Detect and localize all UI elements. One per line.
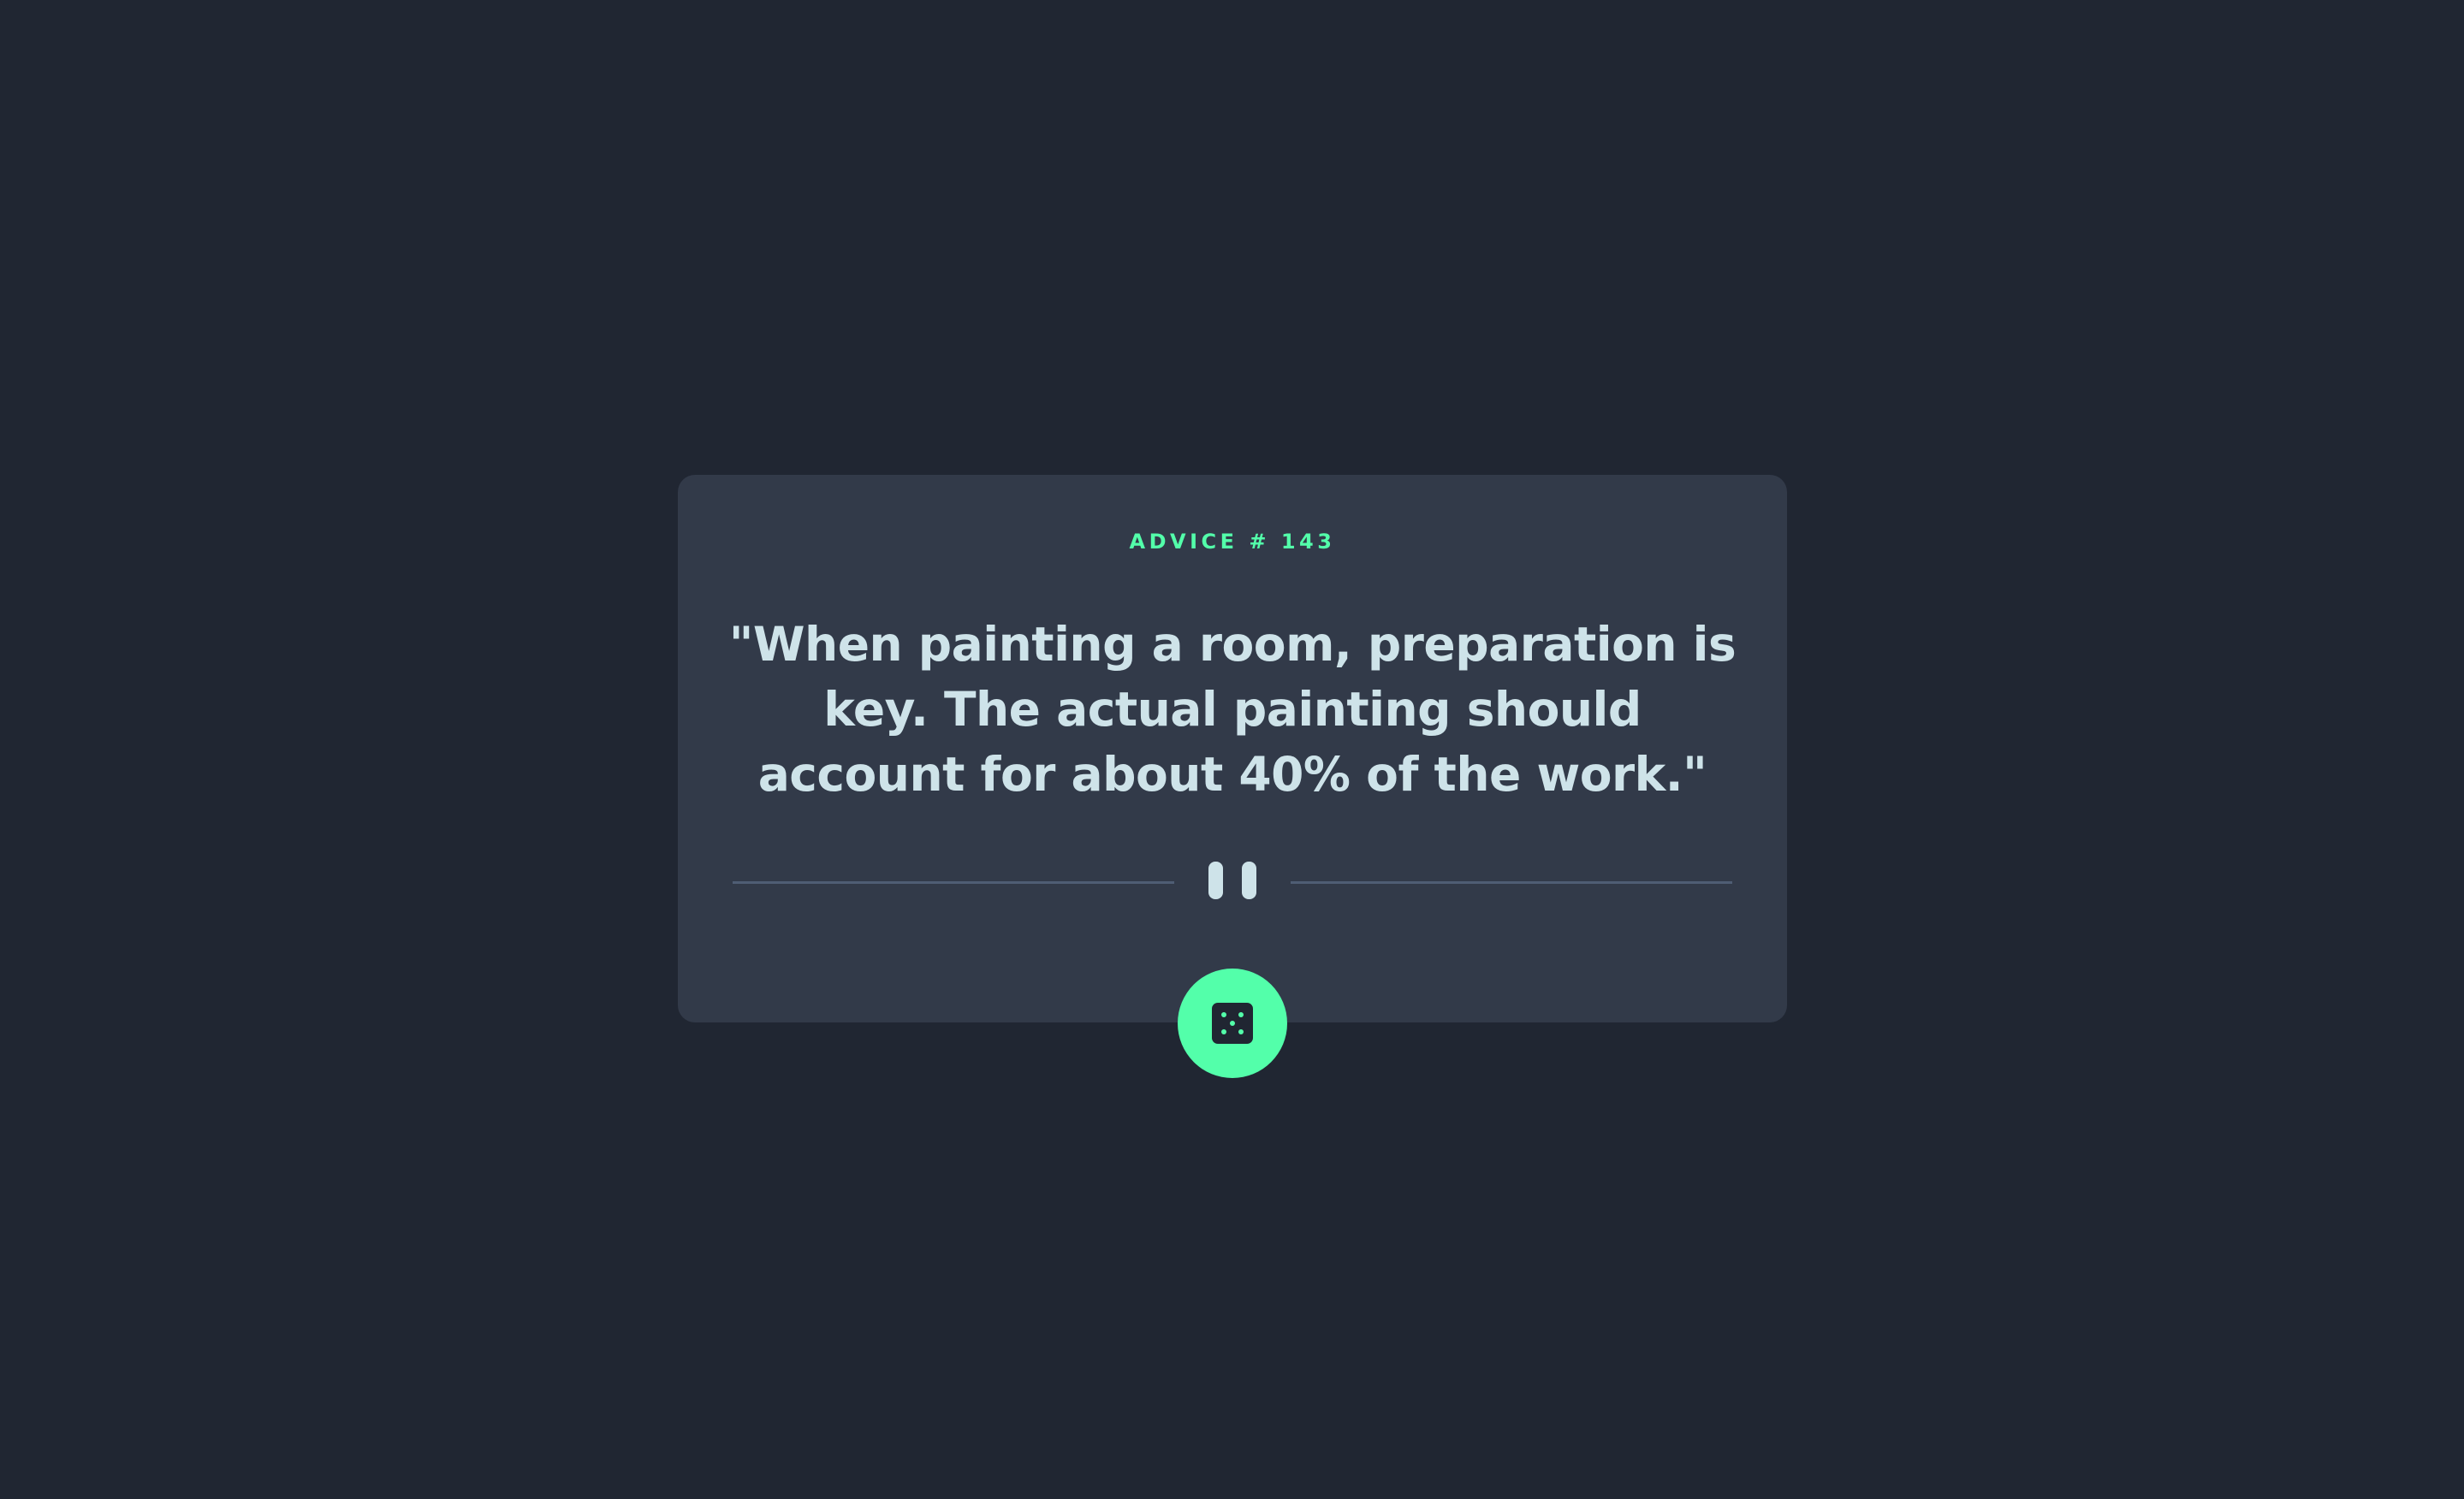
dice-icon — [1212, 1003, 1253, 1044]
pause-icon — [1208, 862, 1256, 899]
advice-id-label: ADVICE # 143 — [1129, 530, 1336, 554]
divider-line-left — [733, 881, 1174, 884]
new-advice-button[interactable] — [1178, 969, 1287, 1078]
advice-card: ADVICE # 143 "When painting a room, prep… — [678, 475, 1787, 1022]
advice-quote: "When painting a room, preparation is ke… — [728, 617, 1737, 802]
divider-line-right — [1291, 881, 1732, 884]
